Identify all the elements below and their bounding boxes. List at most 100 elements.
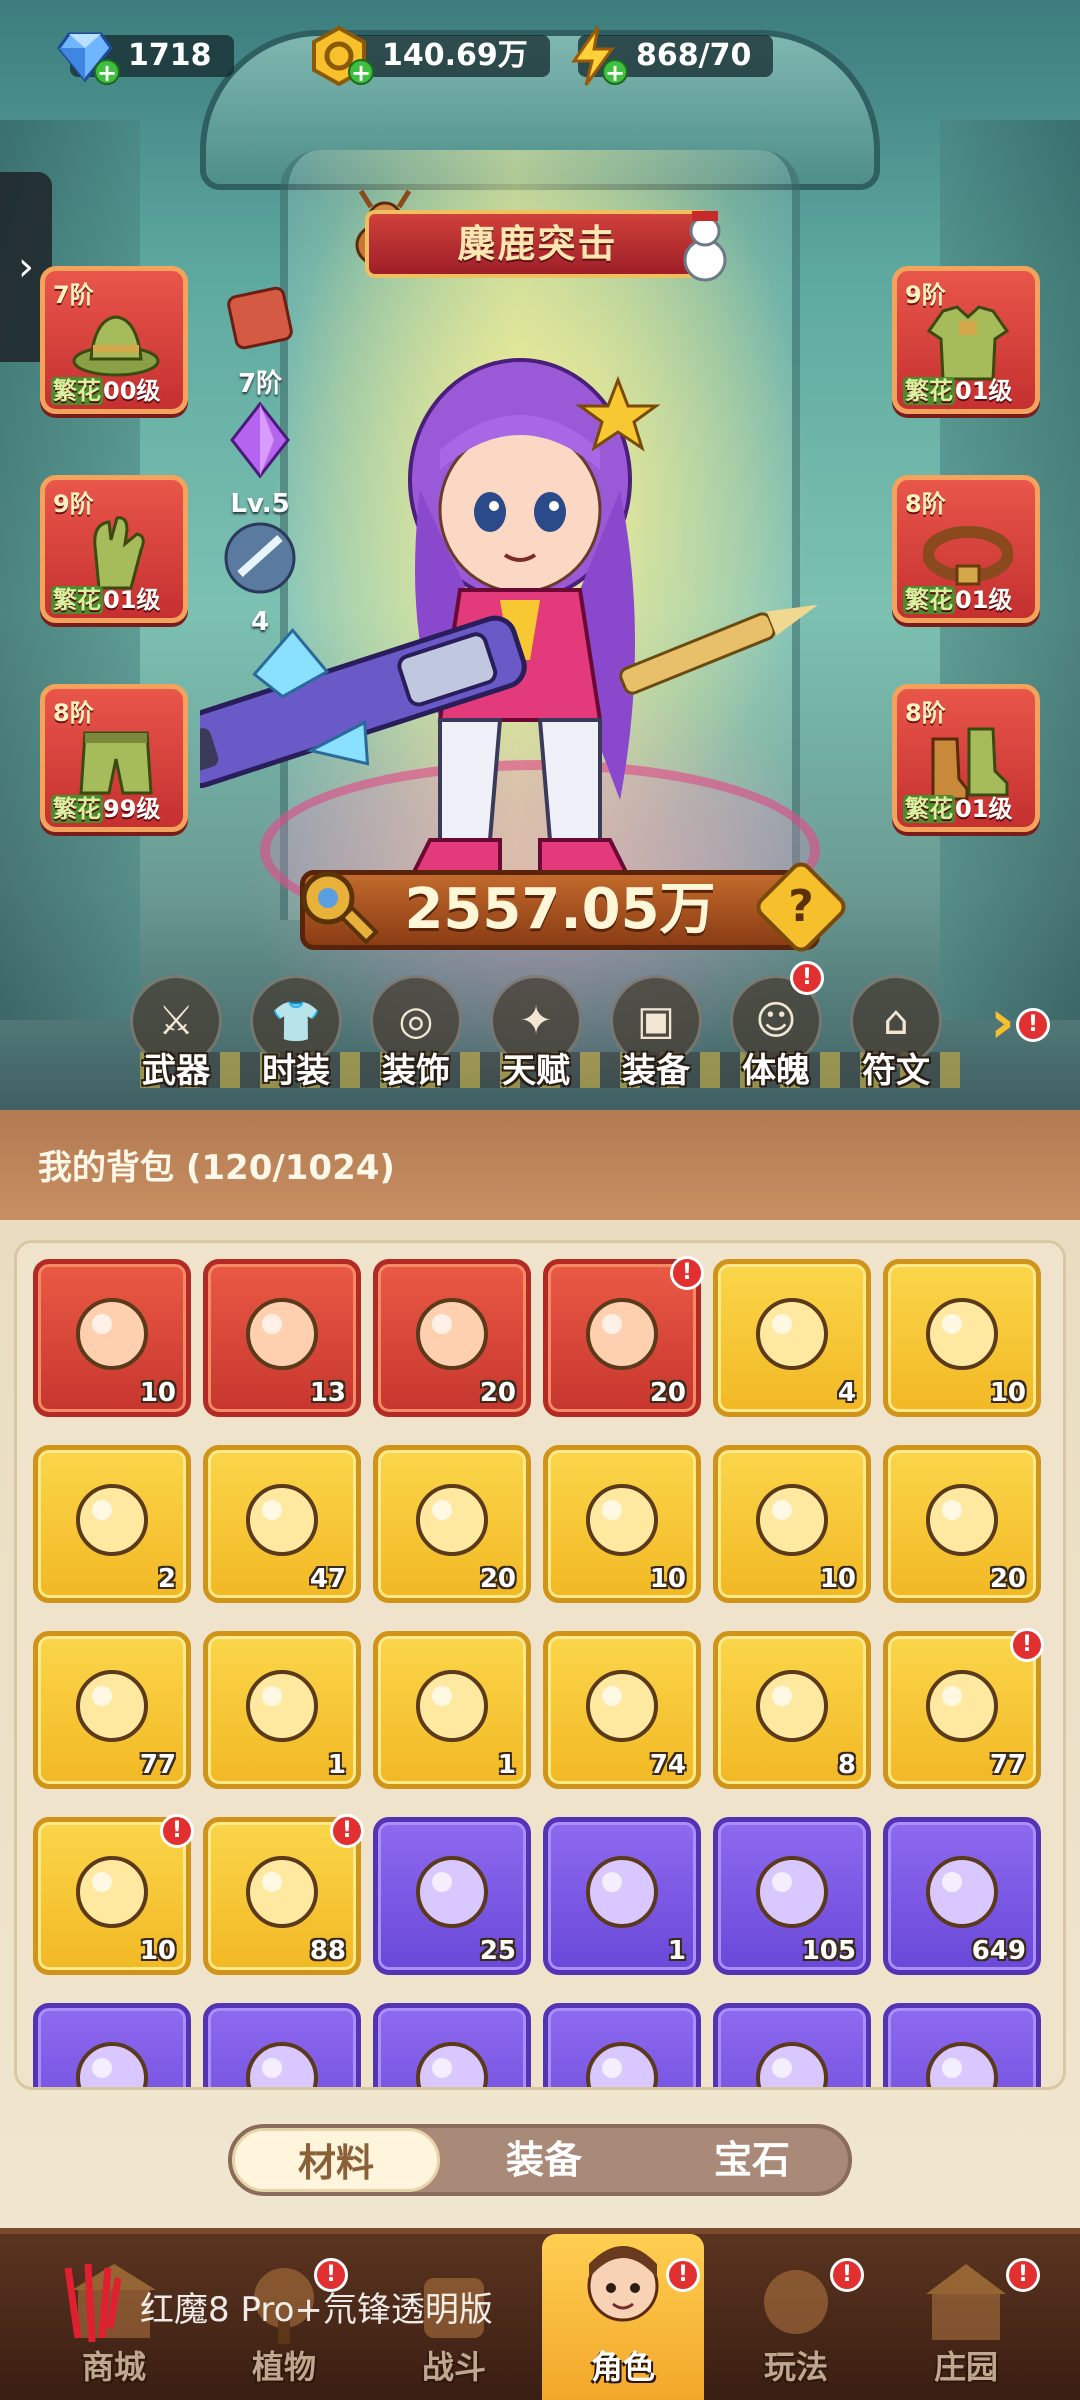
item-count: 2 bbox=[157, 1564, 176, 1594]
backpack-item[interactable]: 88! bbox=[203, 1814, 364, 1975]
nav-manor[interactable]: 庄园 ! bbox=[896, 2258, 1040, 2398]
partial-item-icon bbox=[756, 2042, 828, 2087]
knot-emblem-gold-icon bbox=[756, 1670, 828, 1742]
backpack-item[interactable]: 1 bbox=[543, 1817, 701, 1975]
equip-slot-belt[interactable]: 8阶 繁花01级 bbox=[892, 475, 1040, 623]
backpack-item[interactable]: 13 bbox=[203, 1259, 361, 1417]
func-equipment[interactable]: ▣ 装备 bbox=[606, 975, 706, 1092]
backpack-item[interactable]: 20! bbox=[543, 1256, 704, 1417]
hero-character[interactable] bbox=[200, 340, 840, 900]
set-name: 繁花 bbox=[903, 795, 955, 823]
backpack-item[interactable]: 74 bbox=[543, 1631, 701, 1789]
backpack-item[interactable]: 77! bbox=[883, 1628, 1044, 1789]
add-gems-icon[interactable]: + bbox=[94, 59, 120, 85]
backpack-item[interactable]: 20 bbox=[883, 1445, 1041, 1603]
equip-slot-gloves[interactable]: 9阶 繁花01级 bbox=[40, 475, 188, 623]
backpack-item[interactable]: 10 bbox=[883, 1259, 1041, 1417]
partial-item-icon bbox=[586, 2042, 658, 2087]
mystery-flame-icon bbox=[926, 1670, 998, 1742]
set-name: 繁花 bbox=[903, 586, 955, 614]
feather-leaf-icon bbox=[926, 1856, 998, 1928]
notification-badge: ! bbox=[160, 1814, 194, 1848]
backpack-item[interactable]: 10 bbox=[33, 1259, 191, 1417]
backpack-item[interactable]: 649 bbox=[883, 1817, 1041, 1975]
item-count: 8 bbox=[837, 1750, 856, 1780]
notification-badge: ! bbox=[670, 1256, 704, 1290]
purple-potion-icon bbox=[416, 1856, 488, 1928]
item-count: 10 bbox=[139, 1378, 176, 1408]
backpack-item[interactable]: 4 bbox=[713, 1259, 871, 1417]
backpack-grid-container[interactable]: 10 13 20 20! 4 10 2 47 20 10 10 20 77 1 1 74 8 77! 10! 88! 2… bbox=[14, 1240, 1066, 2090]
item-count: 649 bbox=[971, 1936, 1026, 1966]
flower-pot-icon bbox=[926, 1484, 998, 1556]
hex-medal-icon bbox=[756, 1856, 828, 1928]
backpack-item[interactable] bbox=[543, 2003, 701, 2087]
backpack-item[interactable]: 10 bbox=[543, 1445, 701, 1603]
backpack-item[interactable] bbox=[883, 2003, 1041, 2087]
add-energy-icon[interactable]: + bbox=[602, 59, 628, 85]
equip-slot-boots[interactable]: 8阶 繁花01级 bbox=[892, 684, 1040, 832]
func-decoration[interactable]: ◎ 装饰 bbox=[366, 975, 466, 1092]
notification-badge: ! bbox=[666, 2258, 700, 2292]
nav-label: 角色 bbox=[590, 2348, 655, 2386]
silver-key-icon bbox=[586, 1856, 658, 1928]
chevron-right-icon: › bbox=[990, 987, 1015, 1057]
notification-badge: ! bbox=[1010, 1628, 1044, 1662]
equip-slot-hat[interactable]: 7阶 繁花00级 bbox=[40, 266, 188, 414]
backpack-item[interactable]: 1 bbox=[373, 1631, 531, 1789]
backpack-header: 我的背包 (120/1024) bbox=[0, 1110, 1080, 1220]
gold-ore-icon bbox=[586, 1484, 658, 1556]
func-rune[interactable]: ⌂ 符文 bbox=[846, 975, 946, 1092]
red-flask-icon bbox=[246, 1670, 318, 1742]
func-weapon[interactable]: ⚔ 武器 bbox=[126, 975, 226, 1092]
category-equipment[interactable]: 装备 bbox=[440, 2128, 648, 2192]
category-materials[interactable]: 材料 bbox=[232, 2128, 440, 2192]
item-count: 77 bbox=[139, 1750, 176, 1780]
backpack-item[interactable]: 77 bbox=[33, 1631, 191, 1789]
backpack-item[interactable]: 10! bbox=[33, 1814, 194, 1975]
backpack-item[interactable]: 25 bbox=[373, 1817, 531, 1975]
add-gold-icon[interactable]: + bbox=[348, 59, 374, 85]
resource-energy[interactable]: + 868/70 bbox=[560, 26, 774, 86]
gem-icon: + bbox=[52, 23, 120, 89]
backpack-item[interactable]: 20 bbox=[373, 1259, 531, 1417]
resource-gems[interactable]: + 1718 bbox=[52, 30, 234, 85]
notification-badge: ! bbox=[1006, 2258, 1040, 2292]
func-talent[interactable]: ✦ 天赋 bbox=[486, 975, 586, 1092]
backpack-item[interactable]: 8 bbox=[713, 1631, 871, 1789]
func-outfit[interactable]: 👕 时装 bbox=[246, 975, 346, 1092]
blue-crystal-icon bbox=[76, 1298, 148, 1370]
backpack-item[interactable] bbox=[373, 2003, 531, 2087]
snowman-icon bbox=[683, 211, 727, 282]
backpack-item[interactable]: 20 bbox=[373, 1445, 531, 1603]
partial-item-icon bbox=[76, 2042, 148, 2087]
backpack-item[interactable] bbox=[33, 2003, 191, 2087]
backpack-item[interactable]: 10 bbox=[713, 1445, 871, 1603]
level-text: 01级 bbox=[955, 795, 1013, 823]
category-gems[interactable]: 宝石 bbox=[648, 2128, 856, 2192]
func-label: 装饰 bbox=[382, 1051, 450, 1091]
device-watermark: 红魔8 Pro+氘锋透明版 bbox=[140, 2290, 493, 2330]
nav-label: 战斗 bbox=[421, 2348, 486, 2386]
red-fruit-icon bbox=[756, 1484, 828, 1556]
item-count: 10 bbox=[649, 1564, 686, 1594]
backpack-item[interactable]: 105 bbox=[713, 1817, 871, 1975]
event-banner[interactable]: 麋鹿突击 bbox=[365, 210, 710, 278]
resource-gold[interactable]: + 140.69万 bbox=[306, 25, 550, 87]
item-count: 10 bbox=[989, 1378, 1026, 1408]
backpack-item[interactable] bbox=[203, 2003, 361, 2087]
func-physique[interactable]: ☺ 体魄 ! bbox=[726, 961, 826, 1092]
backpack-item[interactable] bbox=[713, 2003, 871, 2087]
backpack-item[interactable]: 1 bbox=[203, 1631, 361, 1789]
nav-gameplay[interactable]: 玩法 ! bbox=[726, 2258, 866, 2398]
equip-slot-armor[interactable]: 9阶 繁花01级 bbox=[892, 266, 1040, 414]
dark-rune-stone-icon bbox=[246, 1484, 318, 1556]
nav-character[interactable]: 角色 ! bbox=[542, 2234, 704, 2400]
item-count: 10 bbox=[819, 1564, 856, 1594]
backpack-item[interactable]: 2 bbox=[33, 1445, 191, 1603]
equip-slot-pants[interactable]: 8阶 繁花99级 bbox=[40, 684, 188, 832]
func-label: 时装 bbox=[262, 1051, 330, 1091]
backpack-item[interactable]: 47 bbox=[203, 1445, 361, 1603]
fire-flower-up-icon bbox=[586, 1298, 658, 1370]
func-label: 体魄 bbox=[742, 1051, 810, 1091]
